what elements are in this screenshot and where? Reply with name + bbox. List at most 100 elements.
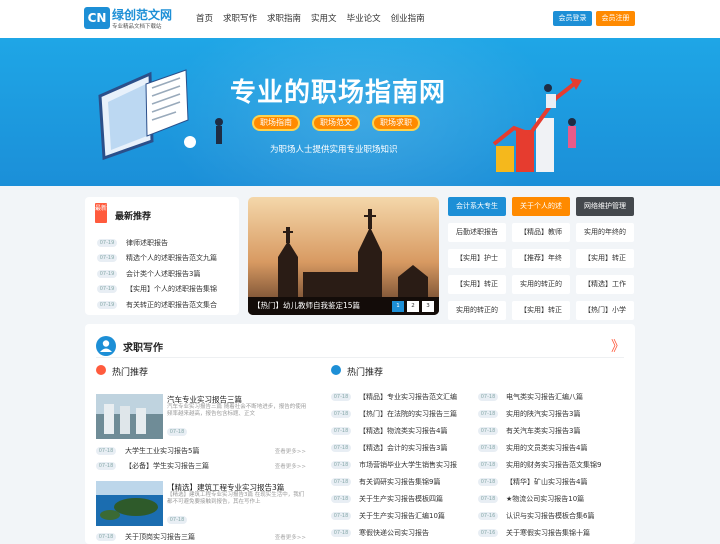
list-item[interactable]: 07-18 电气类实习报告汇编八篇 xyxy=(478,388,618,405)
list-item[interactable]: 07-19 有关转正的述职报告范文集合 xyxy=(97,297,237,313)
item-title[interactable]: 【精品】专业实习报告范文汇编 xyxy=(359,392,457,402)
item-title[interactable]: 寒假快递公司实习报告 xyxy=(359,528,429,538)
tag-item[interactable]: 【实用】转正 xyxy=(576,249,634,268)
list-item[interactable]: 07-18 关于生产实习报告模板四篇 xyxy=(331,490,471,507)
register-button[interactable]: 会员注册 xyxy=(596,11,635,26)
list-item[interactable]: 07-18 关于生产实习报告汇编10篇 xyxy=(331,507,471,524)
slider-pager: 1 2 3 xyxy=(392,301,434,312)
tag-item[interactable]: 【热门】小学 xyxy=(576,301,634,320)
item-title[interactable]: 市场营销毕业大学生销售实习报 xyxy=(359,460,457,470)
login-button[interactable]: 会员登录 xyxy=(553,11,592,26)
section-more-icon[interactable]: 》 xyxy=(611,336,625,356)
list-item[interactable]: 07-16 关于寒假实习报告集锦十篇 xyxy=(478,524,618,541)
item-title[interactable]: 实用的陕汽实习报告3篇 xyxy=(506,409,580,419)
slider-page-1[interactable]: 1 xyxy=(392,301,404,312)
list-item[interactable]: 07-19 精选个人的述职报告范文九篇 xyxy=(97,251,237,267)
slider-caption[interactable]: 【热门】幼儿教师自我鉴定15篇 xyxy=(253,300,360,311)
list-item[interactable]: 07-18 【精华】矿山实习报告4篇 xyxy=(478,473,618,490)
hot-head-left: 热门推荐 xyxy=(112,368,149,378)
slider-page-3[interactable]: 3 xyxy=(422,301,434,312)
nav-item-practical[interactable]: 实用文 xyxy=(311,12,337,24)
list-item[interactable]: 07-16 认识与实习报告模板合集6篇 xyxy=(478,507,618,524)
list-item[interactable]: 07-19 律师述职报告 xyxy=(97,235,237,251)
banner-tag-guide[interactable]: 职场指南 xyxy=(252,115,300,131)
tag-item[interactable]: 【实用】护士 xyxy=(448,249,506,268)
item-title[interactable]: 【热门】在法院的实习报告三篇 xyxy=(359,409,457,419)
item-title[interactable]: 【精选】物流类实习报告4篇 xyxy=(359,426,447,436)
list-item[interactable]: 07-18 【精品】专业实习报告范文汇编 xyxy=(331,388,471,405)
list-item[interactable]: 07-18 市场营销毕业大学生销售实习报 xyxy=(331,456,471,473)
list-item[interactable]: 07-18 实用的财务实习报告范文集锦9 xyxy=(478,456,618,473)
tag-item[interactable]: 【精选】工作 xyxy=(576,275,634,294)
banner-tag-jobsearch[interactable]: 职场求职 xyxy=(372,115,420,131)
feature-image-1[interactable] xyxy=(96,394,163,439)
tag-item[interactable]: 【实用】转正 xyxy=(512,301,570,320)
item-title[interactable]: ★物流公司实习报告10篇 xyxy=(506,494,584,504)
slider-page-2[interactable]: 2 xyxy=(407,301,419,312)
tag-item[interactable]: 会计系大专生 xyxy=(448,197,506,216)
item-title[interactable]: 【精选】会计的实习报告3篇 xyxy=(359,443,447,453)
item-title[interactable]: 认识与实习报告模板合集6篇 xyxy=(506,511,594,521)
list-item[interactable]: 07-18 有关汽车类实习报告3篇 xyxy=(478,422,618,439)
item-title[interactable]: 电气类实习报告汇编八篇 xyxy=(506,392,583,402)
nav-item-home[interactable]: 首页 xyxy=(196,12,213,24)
list-item[interactable]: 07-18 实用的文员类实习报告4篇 xyxy=(478,439,618,456)
tag-item[interactable]: 网络维护管理 xyxy=(576,197,634,216)
item-title[interactable]: 关于生产实习报告模板四篇 xyxy=(359,494,443,504)
item-title[interactable]: 【实用】个人的述职报告集锦 xyxy=(126,284,217,294)
tag-item[interactable]: 实用的转正的 xyxy=(448,301,506,320)
nav-item-thesis[interactable]: 毕业论文 xyxy=(347,12,381,24)
list-item[interactable]: 07-18 有关调研实习报告集锦9篇 xyxy=(331,473,471,490)
date-badge: 07-16 xyxy=(478,528,498,537)
nav-item-job-guide[interactable]: 求职指南 xyxy=(267,12,301,24)
list-item[interactable]: 07-18 实用的陕汽实习报告3篇 xyxy=(478,405,618,422)
tag-item[interactable]: 【实用】转正 xyxy=(448,275,506,294)
list-item[interactable]: 07-18 寒假快递公司实习报告 xyxy=(331,524,471,541)
item-title[interactable]: 实用的财务实习报告范文集锦9 xyxy=(506,460,601,470)
item-title[interactable]: 关于寒假实习报告集锦十篇 xyxy=(506,528,590,538)
see-more-link[interactable]: 查看更多>> xyxy=(275,447,306,455)
feature-image-2[interactable] xyxy=(96,481,163,526)
item-title[interactable]: 实用的文员类实习报告4篇 xyxy=(506,443,587,453)
item-title[interactable]: 关于生产实习报告汇编10篇 xyxy=(359,511,445,521)
date-badge: 07-18 xyxy=(478,460,498,469)
tag-item[interactable]: 关于个人的述 xyxy=(512,197,570,216)
nav-item-job-writing[interactable]: 求职写作 xyxy=(223,12,257,24)
growth-chart-illustration xyxy=(492,78,582,172)
list-item[interactable]: 07-18 关于顶岗实习报告三篇 查看更多>> xyxy=(96,532,306,542)
tag-item[interactable]: 实用的年终的 xyxy=(576,223,634,242)
list-item[interactable]: 07-18 ★物流公司实习报告10篇 xyxy=(478,490,618,507)
item-title[interactable]: 【精华】矿山实习报告4篇 xyxy=(506,477,587,487)
list-item[interactable]: 07-19 会计类个人述职报告3篇 xyxy=(97,266,237,282)
list-item[interactable]: 07-18 【热门】在法院的实习报告三篇 xyxy=(331,405,471,422)
list-item[interactable]: 07-18 【精选】会计的实习报告3篇 xyxy=(331,439,471,456)
item-title[interactable]: 大学生工业实习报告5篇 xyxy=(125,446,271,456)
item-title[interactable]: 有关汽车类实习报告3篇 xyxy=(506,426,580,436)
list-item[interactable]: 07-18 大学生工业实习报告5篇 查看更多>> xyxy=(96,446,306,456)
item-title[interactable]: 有关转正的述职报告范文集合 xyxy=(126,300,217,310)
nav-item-startup[interactable]: 创业指南 xyxy=(391,12,425,24)
tag-item[interactable]: 后勤述职报告 xyxy=(448,223,506,242)
item-title[interactable]: 会计类个人述职报告3篇 xyxy=(126,269,200,279)
logo-icon[interactable]: CN xyxy=(84,7,110,29)
see-more-link[interactable]: 查看更多>> xyxy=(275,462,306,470)
tag-item[interactable]: 【推荐】年终 xyxy=(512,249,570,268)
item-title[interactable]: 精选个人的述职报告范文九篇 xyxy=(126,253,217,263)
image-slider[interactable]: 【热门】幼儿教师自我鉴定15篇 1 2 3 xyxy=(248,197,439,315)
date-badge: 07-18 xyxy=(478,426,498,435)
fire-icon xyxy=(96,365,106,375)
tag-item[interactable]: 实用的转正的 xyxy=(512,275,570,294)
tag-item[interactable]: 【精品】教师 xyxy=(512,223,570,242)
item-title[interactable]: 有关调研实习报告集锦9篇 xyxy=(359,477,440,487)
logo-text[interactable]: 绿创范文网 xyxy=(112,6,172,23)
item-title[interactable]: 律师述职报告 xyxy=(126,238,168,248)
item-title[interactable]: 【必备】学生实习报告三篇 xyxy=(125,461,271,471)
banner-tag-samples[interactable]: 职场范文 xyxy=(312,115,360,131)
list-item[interactable]: 07-18 【精选】物流类实习报告4篇 xyxy=(331,422,471,439)
date-badge: 07-19 xyxy=(97,300,117,309)
date-badge: 07-18 xyxy=(478,443,498,452)
date-badge: 07-18 xyxy=(478,477,498,486)
list-item[interactable]: 07-19 【实用】个人的述职报告集锦 xyxy=(97,282,237,298)
item-title[interactable]: 关于顶岗实习报告三篇 xyxy=(125,532,271,542)
list-item[interactable]: 07-18 【必备】学生实习报告三篇 查看更多>> xyxy=(96,461,306,471)
